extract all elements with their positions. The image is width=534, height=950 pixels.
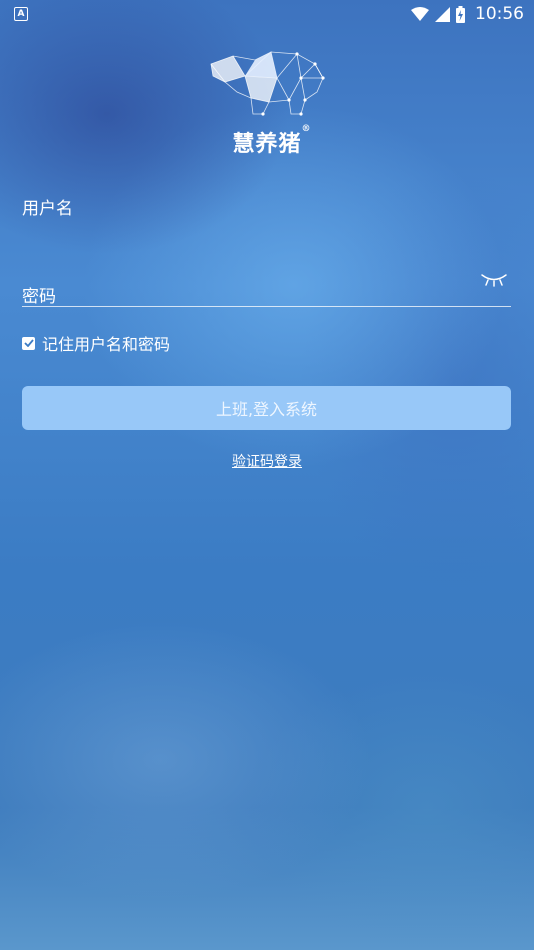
check-icon <box>23 339 34 347</box>
password-underline <box>22 306 511 307</box>
status-left: A <box>14 7 28 21</box>
remember-checkbox[interactable] <box>22 336 35 350</box>
polygon-pig-icon <box>210 51 325 116</box>
wifi-icon <box>411 7 429 21</box>
signal-icon <box>435 6 450 22</box>
logo-name: 慧养猪 <box>232 131 302 157</box>
status-right: 10:56 <box>411 4 524 24</box>
registered-mark: ® <box>301 124 312 134</box>
app-logo: 慧养猪 ® <box>0 48 534 158</box>
sms-login-link-text[interactable]: 验证码登录 <box>232 454 302 470</box>
remember-checkbox-row[interactable]: 记住用户名和密码 <box>22 331 170 355</box>
sms-login-link[interactable]: 验证码登录 <box>0 451 534 471</box>
password-field[interactable]: 密码 <box>22 282 56 307</box>
a-icon: A <box>14 7 28 21</box>
logo-text: 慧养猪 ® <box>232 124 310 158</box>
remember-label: 记住用户名和密码 <box>42 335 171 354</box>
status-bar: A 10:56 <box>0 0 534 28</box>
status-time: 10:56 <box>475 4 524 24</box>
eye-closed-icon[interactable] <box>480 270 508 290</box>
username-field[interactable]: 用户名 <box>22 194 73 219</box>
battery-charging-icon <box>456 5 465 23</box>
login-button[interactable]: 上班,登入系统 <box>22 386 511 430</box>
